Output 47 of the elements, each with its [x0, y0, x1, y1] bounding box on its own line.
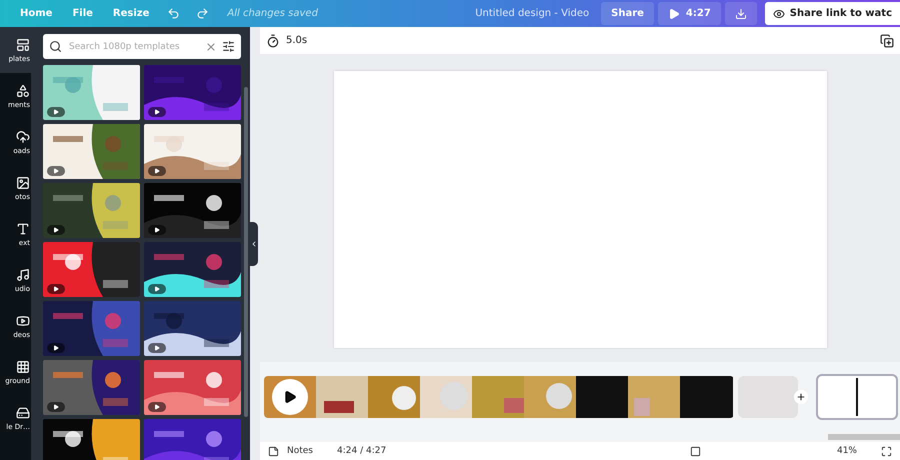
play-icon: [148, 225, 166, 235]
add-scene-button[interactable]: [794, 390, 808, 404]
time-readout: 4:24 / 4:27: [337, 446, 386, 456]
notes-label[interactable]: Notes: [287, 446, 313, 456]
notes-icon[interactable]: [268, 446, 279, 456]
sidebar-icon: [16, 406, 30, 420]
grid-view-icon[interactable]: [690, 446, 701, 456]
play-button[interactable]: 4:27: [658, 2, 721, 25]
play-icon: [47, 107, 65, 117]
play-icon: [47, 402, 65, 412]
sidebar-icon: [16, 130, 30, 144]
eye-icon: [772, 8, 785, 20]
share-button[interactable]: Share: [601, 2, 654, 25]
play-icon: [148, 343, 166, 353]
download-button[interactable]: [724, 2, 757, 25]
save-status: All changes saved: [227, 8, 318, 19]
play-icon: [668, 8, 680, 20]
play-icon: [148, 284, 166, 294]
play-icon: [47, 343, 65, 353]
filter-icon[interactable]: [222, 40, 235, 53]
sidebar-icon: [16, 360, 30, 374]
fullscreen-icon[interactable]: [881, 446, 892, 456]
play-icon: [47, 225, 65, 235]
share-link-button[interactable]: Share link to watc: [764, 2, 900, 25]
sidebar-icon: [16, 176, 30, 190]
add-page-icon[interactable]: [880, 34, 894, 48]
sidebar-icon: [16, 84, 30, 98]
sidebar-icon: [16, 314, 30, 328]
sidebar-icon: [16, 222, 30, 236]
search-bar[interactable]: Search 1080p templates: [43, 34, 241, 59]
zoom-level[interactable]: 41%: [836, 446, 857, 456]
collapse-handle[interactable]: [250, 222, 258, 266]
download-icon: [734, 8, 747, 20]
sidebar-icon: [16, 38, 30, 52]
play-icon: [148, 166, 166, 176]
timer-icon[interactable]: [266, 34, 280, 48]
play-icon: [283, 390, 297, 404]
plus-icon: [796, 392, 806, 402]
sidebar-icon: [16, 268, 30, 282]
play-icon: [47, 284, 65, 294]
page-duration[interactable]: 5.0s: [286, 35, 308, 46]
close-icon[interactable]: [205, 40, 217, 52]
play-icon: [47, 166, 65, 176]
play-icon: [148, 402, 166, 412]
blank-scene[interactable]: [816, 374, 898, 420]
search-icon: [49, 40, 62, 53]
play-icon: [148, 107, 166, 117]
